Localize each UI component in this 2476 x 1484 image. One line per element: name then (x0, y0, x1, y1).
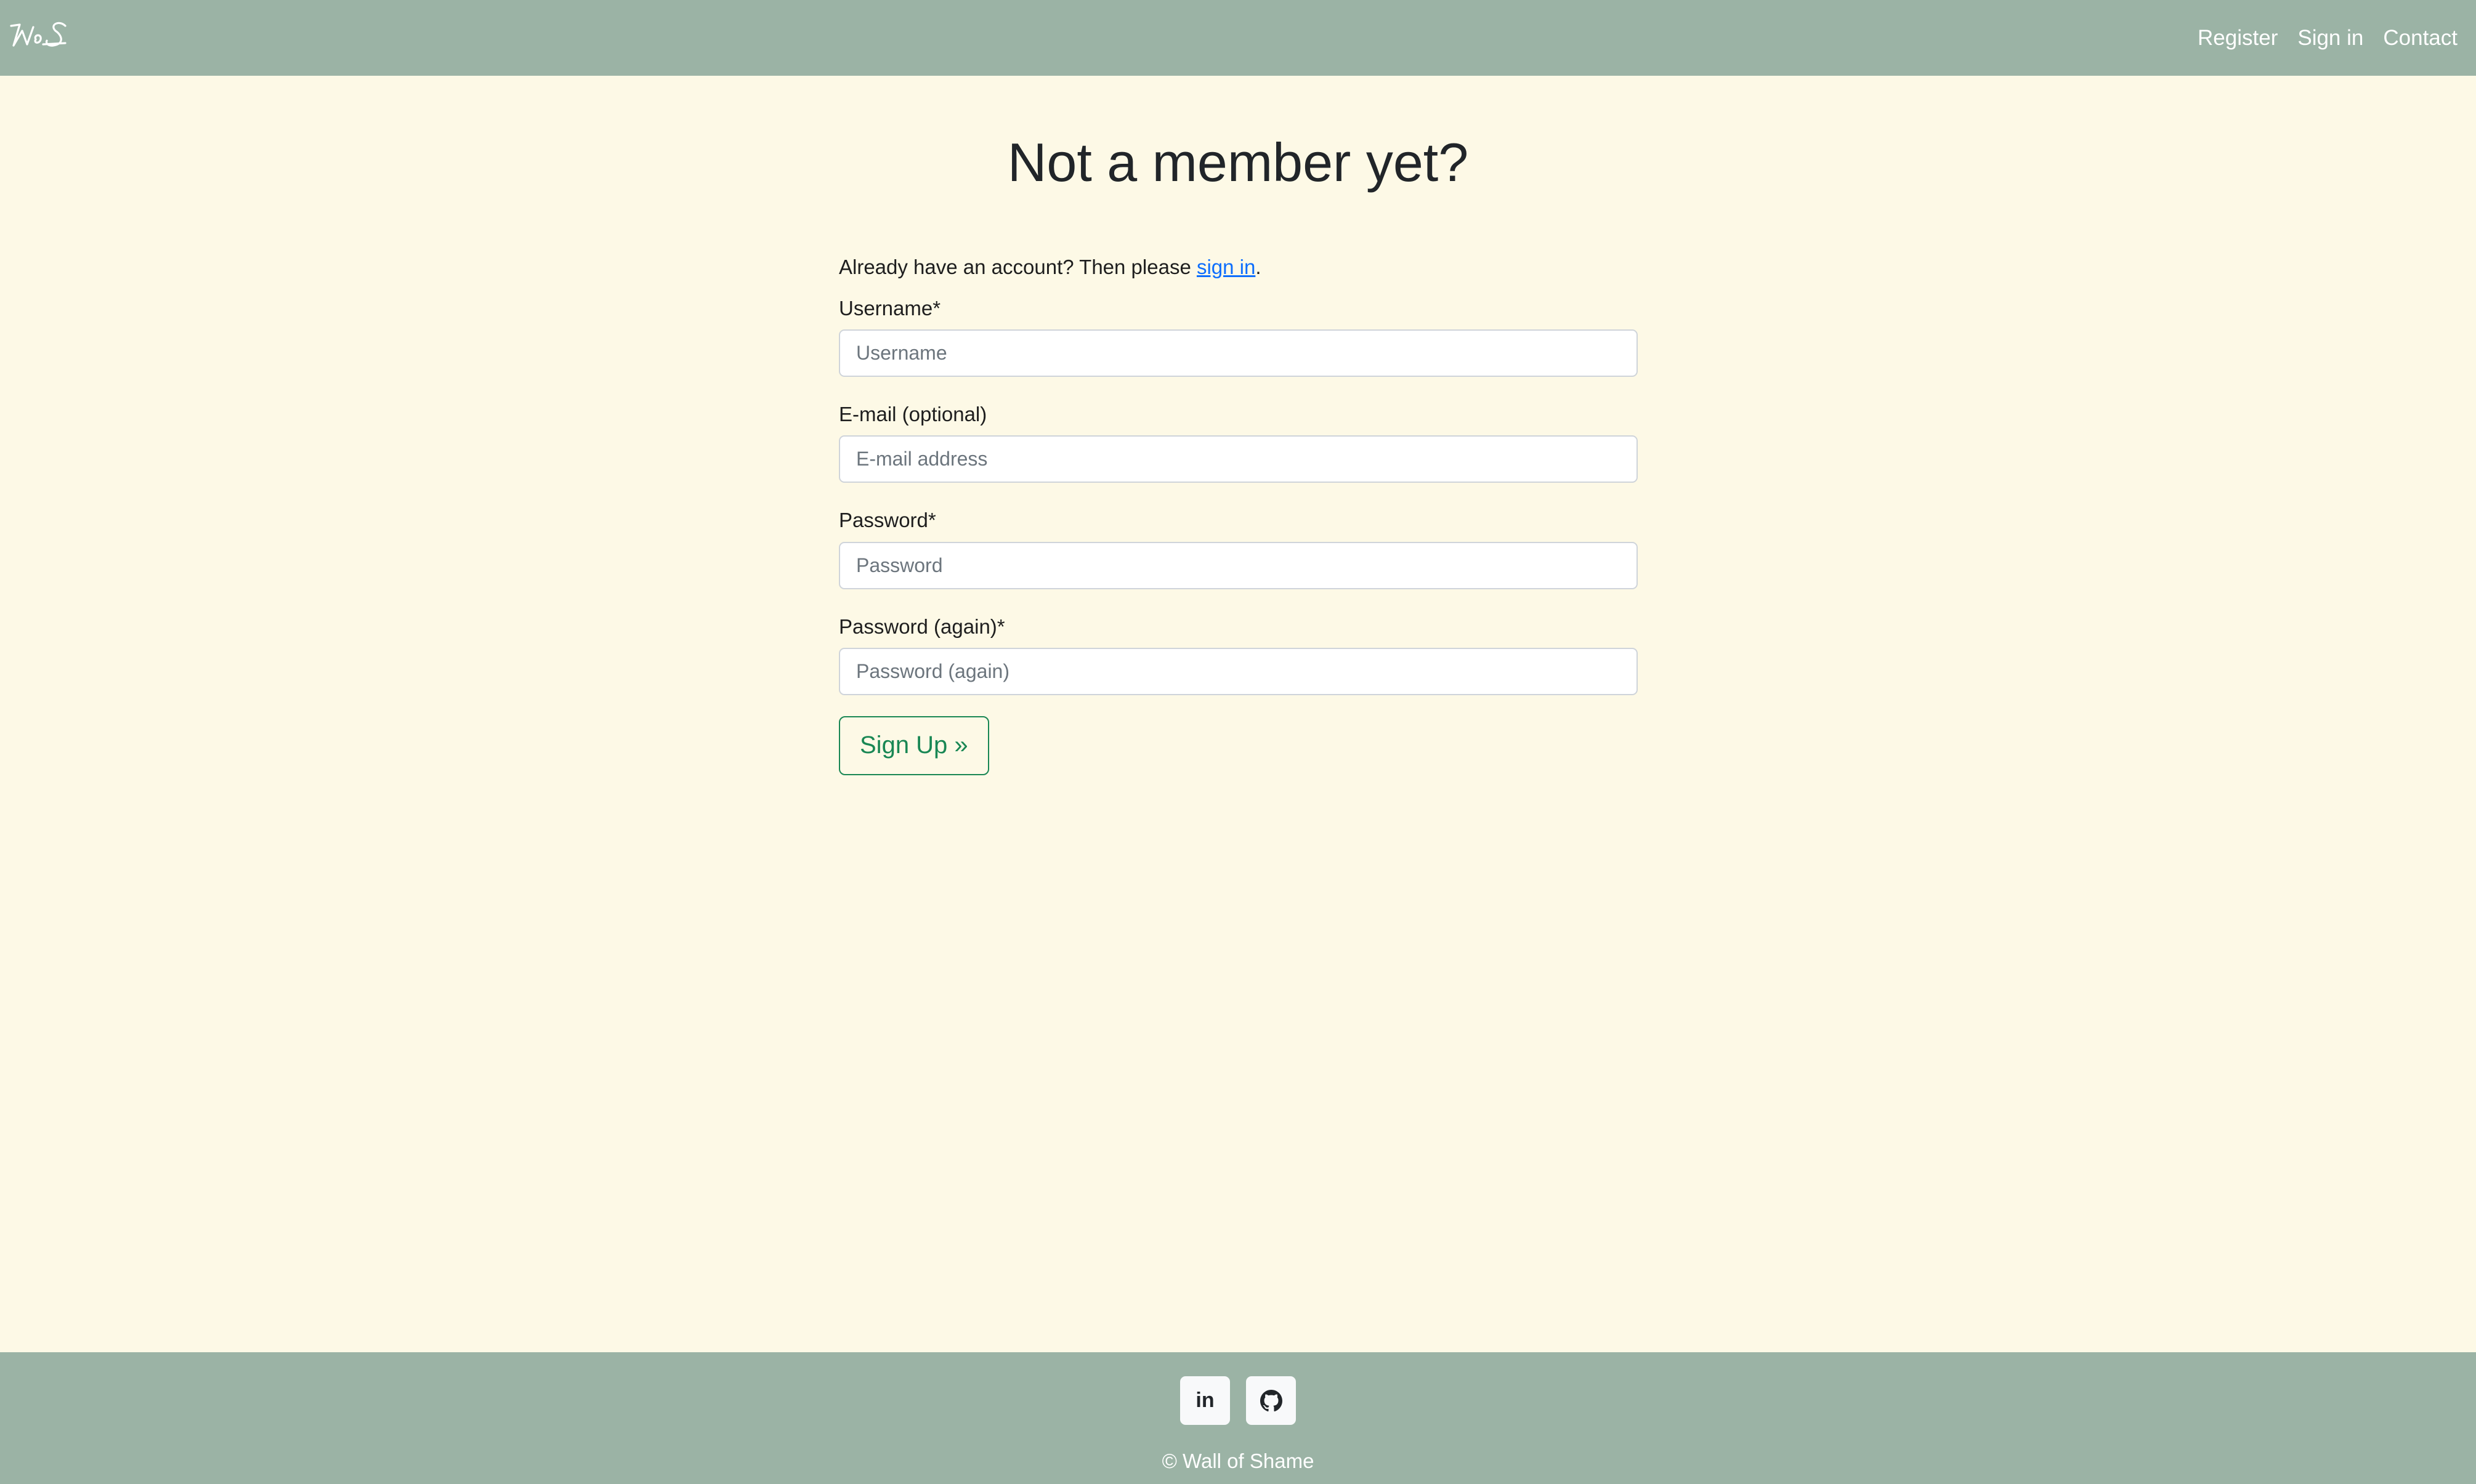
password-input[interactable] (839, 541, 1638, 589)
home-logo-link[interactable] (9, 17, 70, 53)
nav-sign-in-link[interactable]: Sign in (2297, 26, 2363, 50)
social-links: in (0, 1376, 2476, 1425)
username-input[interactable] (839, 329, 1638, 377)
password-again-label: Password (again)* (839, 615, 1005, 638)
sign-up-button[interactable]: Sign Up » (839, 716, 989, 775)
signup-form: Already have an account? Then please sig… (839, 254, 1638, 775)
signin-prompt-text: Already have an account? Then please (839, 256, 1197, 278)
linkedin-button[interactable]: in (1180, 1376, 1230, 1425)
footer: in © Wall of Shame (0, 1352, 2476, 1484)
github-button[interactable] (1246, 1376, 1296, 1425)
github-icon (1260, 1389, 1282, 1411)
password-again-group: Password (again)* (839, 614, 1638, 695)
email-label: E-mail (optional) (839, 403, 987, 426)
navbar: Register Sign in Contact (0, 0, 2476, 76)
password-again-input[interactable] (839, 647, 1638, 695)
password-label: Password* (839, 509, 936, 532)
email-group: E-mail (optional) (839, 401, 1638, 483)
username-label: Username* (839, 296, 941, 320)
page-title: Not a member yet? (1007, 132, 1469, 193)
main-content: Not a member yet? Already have an accoun… (0, 76, 2476, 1352)
signin-prompt-suffix: . (1255, 256, 1261, 278)
signin-link[interactable]: sign in (1197, 256, 1255, 278)
copyright-text: © Wall of Shame (1162, 1450, 1314, 1472)
username-group: Username* (839, 296, 1638, 377)
nav-register-link[interactable]: Register (2198, 26, 2278, 50)
signin-prompt: Already have an account? Then please sig… (839, 254, 1638, 281)
nav-links: Register Sign in Contact (2178, 0, 2458, 76)
nav-contact-link[interactable]: Contact (2383, 26, 2458, 50)
wos-logo-icon (10, 22, 67, 47)
password-group: Password* (839, 507, 1638, 589)
email-input[interactable] (839, 435, 1638, 483)
linkedin-icon: in (1196, 1389, 1215, 1412)
